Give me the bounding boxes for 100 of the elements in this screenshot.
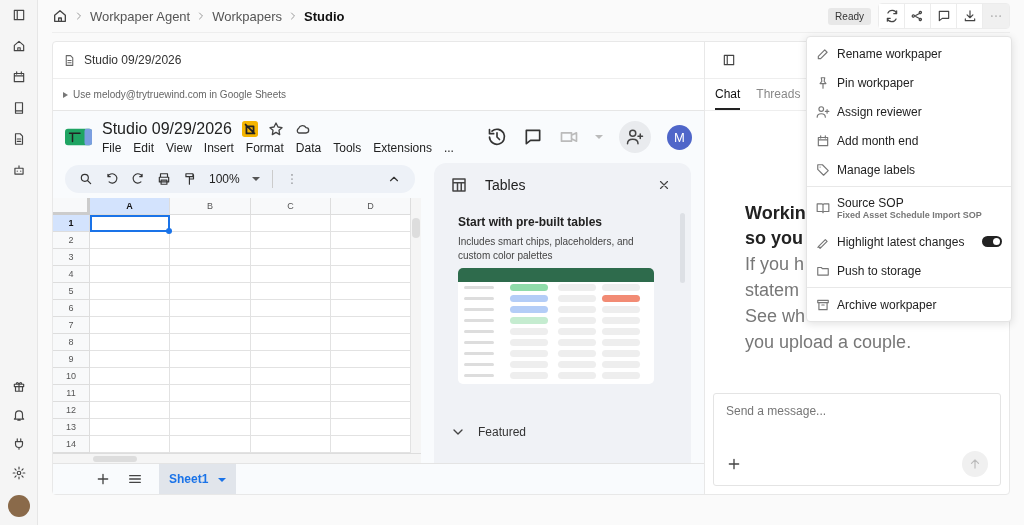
menu-item[interactable]: File — [102, 140, 122, 155]
menu-item[interactable]: Push to storage — [807, 256, 1011, 285]
sheets-logo-icon[interactable] — [65, 127, 92, 147]
menu-item[interactable]: Highlight latest changes — [807, 227, 1011, 256]
grid-cell[interactable] — [90, 384, 170, 402]
search-icon[interactable] — [79, 171, 93, 186]
grid-cell[interactable] — [170, 316, 251, 334]
grid-cell[interactable] — [90, 401, 170, 419]
grid-cell[interactable] — [251, 316, 331, 334]
column-header[interactable]: D — [331, 197, 411, 215]
grid-cell[interactable] — [170, 367, 251, 385]
add-sheet-icon[interactable] — [95, 471, 111, 487]
column-header[interactable]: C — [251, 197, 331, 215]
grid-cell[interactable] — [251, 265, 331, 283]
zoom-select[interactable]: 100% — [209, 171, 240, 186]
grid-cell[interactable] — [170, 248, 251, 266]
toggle-switch[interactable] — [982, 236, 1002, 247]
menu-item[interactable]: Data — [295, 140, 322, 155]
grid-cell[interactable] — [90, 282, 170, 300]
close-icon[interactable] — [657, 178, 671, 192]
redo-icon[interactable] — [131, 171, 145, 186]
refresh-button[interactable] — [879, 4, 905, 28]
home-icon[interactable] — [11, 39, 26, 53]
menu-item[interactable]: Archive workpaper — [807, 290, 1011, 319]
grid-cell[interactable] — [90, 265, 170, 283]
breadcrumb-link[interactable]: Workpaper Agent — [90, 8, 191, 24]
menu-item[interactable]: Assign reviewer — [807, 97, 1011, 126]
grid-cell[interactable] — [90, 367, 170, 385]
grid-cell[interactable] — [90, 418, 170, 436]
gift-icon[interactable] — [11, 379, 26, 393]
menu-item[interactable]: Rename workpaper — [807, 39, 1011, 68]
grid-cell[interactable] — [251, 214, 331, 232]
user-avatar[interactable] — [7, 495, 30, 517]
grid-cell[interactable] — [251, 435, 331, 453]
select-all-corner[interactable] — [53, 197, 90, 215]
grid-cell[interactable] — [170, 384, 251, 402]
menu-item[interactable]: Tools — [333, 140, 362, 155]
grid-cell[interactable] — [251, 350, 331, 368]
message-input[interactable]: Send a message... — [726, 404, 926, 418]
grid-cell[interactable] — [90, 350, 170, 368]
menu-item[interactable]: Pin workpaper — [807, 68, 1011, 97]
sheet-tab[interactable]: Sheet1 — [159, 464, 236, 494]
menu-item[interactable]: View — [166, 140, 192, 155]
more-menus[interactable]: ... — [443, 140, 454, 155]
scrollbar-thumb[interactable] — [93, 455, 137, 462]
scrollbar-thumb[interactable] — [412, 217, 420, 238]
account-avatar[interactable]: M — [667, 124, 692, 150]
chat-tab[interactable]: Threads — [756, 79, 801, 110]
add-attachment-icon[interactable] — [726, 456, 742, 472]
grid-cell[interactable] — [251, 384, 331, 402]
grid-cell[interactable] — [90, 435, 170, 453]
grid-cell[interactable] — [170, 418, 251, 436]
grid-cell[interactable] — [170, 299, 251, 317]
grid-cell[interactable] — [251, 418, 331, 436]
robot-icon[interactable] — [11, 163, 26, 177]
menu-item[interactable]: Format — [245, 140, 284, 155]
grid-cell[interactable] — [90, 231, 170, 249]
grid-cell[interactable] — [170, 231, 251, 249]
bell-icon[interactable] — [11, 408, 26, 422]
table-preview-drawing[interactable] — [458, 268, 654, 384]
print-icon[interactable] — [157, 171, 171, 186]
grid-cell[interactable] — [90, 299, 170, 317]
menu-item[interactable]: Source SOP Fixed Asset Schedule Import SOP — [807, 189, 1011, 227]
grid-cell[interactable] — [90, 248, 170, 266]
history-icon[interactable] — [487, 127, 507, 147]
grid-cell[interactable] — [251, 333, 331, 351]
send-button[interactable] — [962, 451, 988, 477]
menu-item[interactable]: Add month end — [807, 126, 1011, 155]
grid-cell[interactable] — [251, 299, 331, 317]
panel-toggle-icon[interactable] — [722, 53, 736, 67]
menu-item[interactable]: Edit — [133, 140, 155, 155]
grid-cell[interactable] — [251, 231, 331, 249]
section-title[interactable]: Featured — [478, 425, 527, 439]
breadcrumb-link[interactable]: Workpapers — [212, 8, 283, 24]
grid-cell[interactable] — [170, 265, 251, 283]
undo-icon[interactable] — [105, 171, 119, 186]
chat-tab[interactable]: Chat — [715, 79, 741, 110]
grid-cell[interactable] — [251, 248, 331, 266]
menu-item[interactable]: Manage labels — [807, 155, 1011, 184]
calendar-icon[interactable] — [11, 70, 26, 84]
menu-item[interactable]: Extensions — [373, 140, 432, 155]
hint-text[interactable]: Use melody@trytruewind.com in Google Sheets — [73, 89, 287, 100]
grid-cell[interactable] — [170, 401, 251, 419]
grid-cell[interactable] — [90, 316, 170, 334]
sidebar-toggle-icon[interactable] — [11, 8, 26, 22]
settings-icon[interactable] — [11, 466, 26, 480]
grid-cell[interactable] — [170, 350, 251, 368]
grid-cell[interactable] — [170, 435, 251, 453]
add-people-button[interactable] — [619, 121, 651, 153]
grid-cell[interactable] — [251, 282, 331, 300]
grid-cell[interactable] — [251, 367, 331, 385]
expand-triangle-icon[interactable] — [63, 91, 68, 98]
star-icon[interactable] — [267, 120, 284, 137]
grid-cell[interactable] — [251, 401, 331, 419]
paint-format-icon[interactable] — [183, 171, 197, 186]
grid-cell[interactable] — [90, 333, 170, 351]
menu-item[interactable]: Insert — [203, 140, 234, 155]
selected-cell[interactable] — [90, 214, 170, 232]
home-icon[interactable] — [52, 8, 68, 24]
caret-icon[interactable] — [251, 176, 260, 181]
